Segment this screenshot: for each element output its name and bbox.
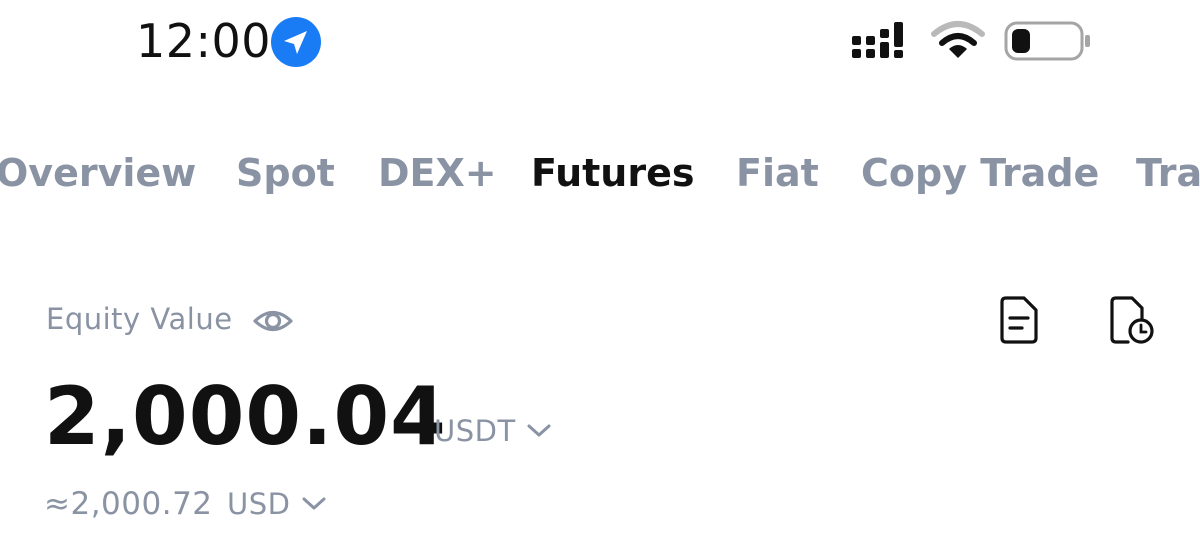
approx-usd-unit: USD xyxy=(226,487,291,521)
approx-usd-value: ≈2,000.72 xyxy=(44,486,213,522)
tab-overview[interactable]: Overview xyxy=(0,151,196,195)
signal-icon xyxy=(852,22,903,58)
eye-icon[interactable] xyxy=(252,300,294,342)
wifi-icon xyxy=(931,21,985,58)
equity-value-label: Equity Value xyxy=(46,302,233,336)
equity-value-amount: 2,000.04 xyxy=(44,370,447,463)
asset-tabs: Overview Spot DEX+ Futures Fiat Copy Tra… xyxy=(0,145,1200,205)
chevron-down-icon xyxy=(302,497,326,510)
approx-usd-selector[interactable]: ≈2,000.72 USD xyxy=(44,486,327,522)
tab-futures[interactable]: Futures xyxy=(531,151,694,195)
battery-icon xyxy=(1004,21,1090,61)
document-icon[interactable] xyxy=(996,294,1042,346)
status-time: 12:00 xyxy=(136,14,272,68)
document-history-icon[interactable] xyxy=(1106,294,1156,346)
tab-copy-trade[interactable]: Copy Trade xyxy=(861,151,1099,195)
tab-dex-plus[interactable]: DEX+ xyxy=(378,151,497,195)
tab-trading-bots[interactable]: Tra xyxy=(1136,151,1200,195)
currency-unit-selector[interactable]: USDT xyxy=(434,414,552,448)
tab-fiat[interactable]: Fiat xyxy=(736,151,819,195)
tab-spot[interactable]: Spot xyxy=(236,151,335,195)
chevron-down-icon xyxy=(527,424,551,437)
currency-unit-label: USDT xyxy=(434,414,516,448)
location-arrow-icon xyxy=(271,17,321,67)
status-bar: 12:00 xyxy=(0,0,1200,90)
